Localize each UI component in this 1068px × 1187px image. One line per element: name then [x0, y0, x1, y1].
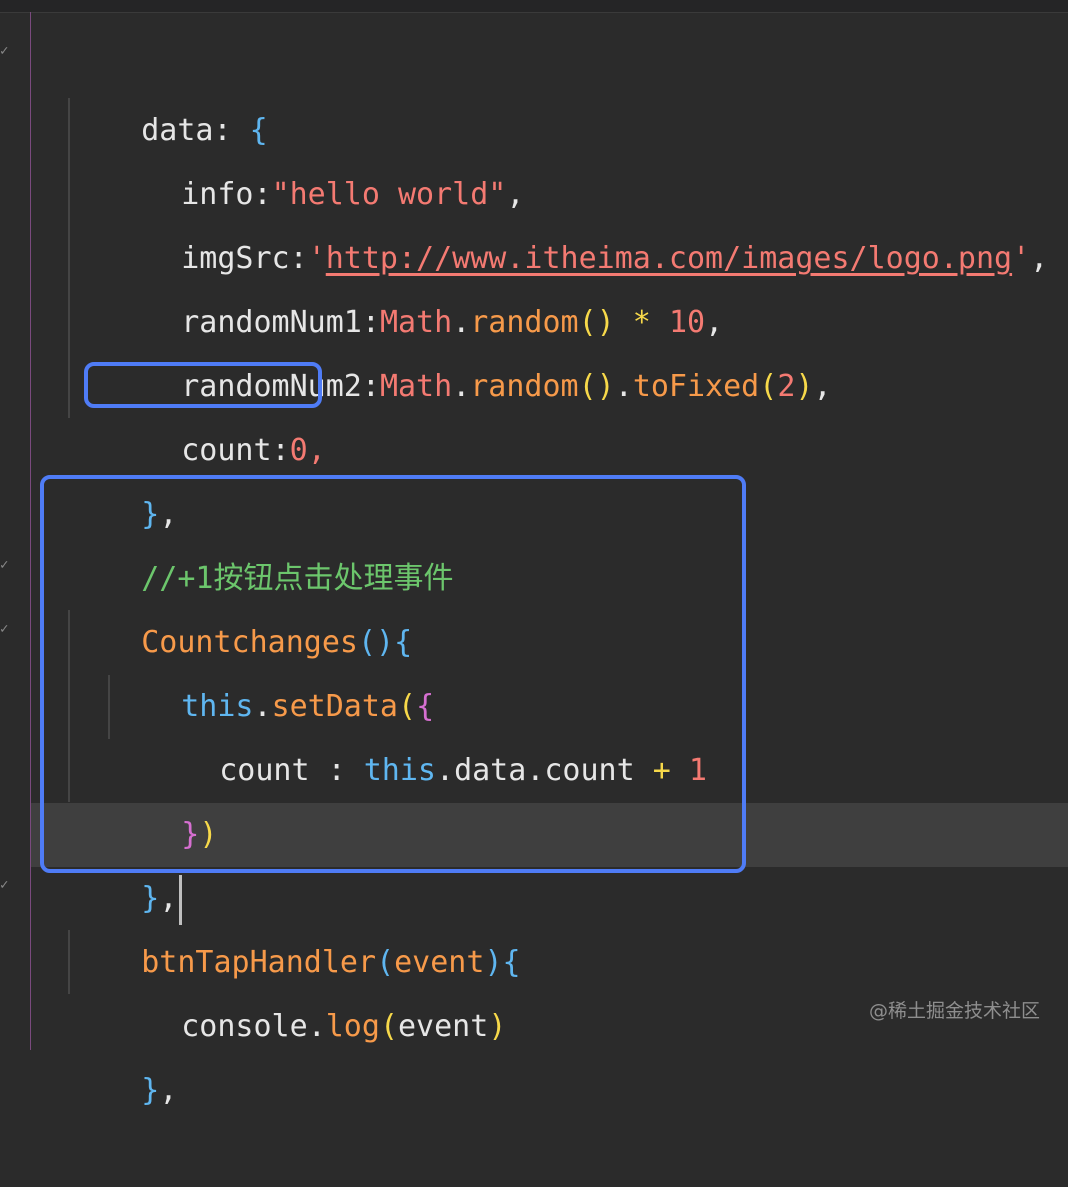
- code-line-randomnum2[interactable]: randomNum2:Math.random().toFixed(2),: [109, 291, 831, 404]
- token-object: console: [181, 1009, 308, 1044]
- token-dot: .: [307, 1009, 326, 1044]
- token-class: Math: [379, 369, 453, 404]
- token-function: random: [470, 369, 579, 404]
- code-line-randomnum1[interactable]: randomNum1:Math.random() * 10,: [109, 227, 723, 340]
- annotation-box-count: [84, 362, 322, 408]
- token-argument: event: [398, 1009, 489, 1044]
- token-number: 2: [777, 369, 796, 404]
- token-colon: :: [361, 369, 380, 404]
- token-paren: (: [759, 369, 778, 404]
- fold-check-icon[interactable]: ✓: [0, 622, 14, 636]
- annotation-box-countchanges: [40, 475, 746, 873]
- token-function: toFixed: [632, 369, 760, 404]
- token-number: 0: [289, 433, 308, 468]
- code-line-data[interactable]: data: {: [69, 35, 267, 148]
- code-line-console-log[interactable]: console.log(event): [109, 931, 506, 1044]
- token-paren: (: [379, 1009, 398, 1044]
- code-line-btntaphandler-close[interactable]: },: [69, 995, 177, 1108]
- token-dot: .: [452, 369, 471, 404]
- token-key: count: [181, 433, 272, 468]
- token-dot: .: [614, 369, 633, 404]
- token-paren: ): [795, 369, 814, 404]
- token-comma: ,: [813, 369, 832, 404]
- fold-check-icon[interactable]: ✓: [0, 44, 14, 58]
- token-comma: ,: [1030, 241, 1049, 276]
- token-function: log: [325, 1009, 380, 1044]
- token-colon: :: [271, 433, 290, 468]
- token-paren: (): [578, 369, 615, 404]
- code-line-info[interactable]: info:"hello world",: [109, 99, 524, 212]
- watermark: @稀土掘金技术社区: [868, 1000, 1040, 1022]
- code-editor[interactable]: ✓ ✓ ✓ ✓ data: { info:"hello world", imgS…: [0, 0, 1068, 1108]
- token-comma: ,: [159, 1073, 178, 1108]
- code-line-data-close[interactable]: },: [69, 419, 177, 532]
- token-brace: }: [141, 1073, 160, 1108]
- fold-check-icon[interactable]: ✓: [0, 878, 14, 892]
- gutter-line: [30, 12, 31, 1050]
- token-quote: ': [1012, 241, 1031, 276]
- editor-top-strip: [0, 0, 1068, 13]
- fold-check-icon[interactable]: ✓: [0, 558, 14, 572]
- code-line-btntaphandler[interactable]: btnTapHandler(event){: [69, 867, 520, 980]
- token-paren: ): [488, 1009, 507, 1044]
- token-comma: ,: [307, 433, 326, 468]
- code-line-imgsrc[interactable]: imgSrc:'http://www.itheima.com/images/lo…: [109, 163, 1048, 276]
